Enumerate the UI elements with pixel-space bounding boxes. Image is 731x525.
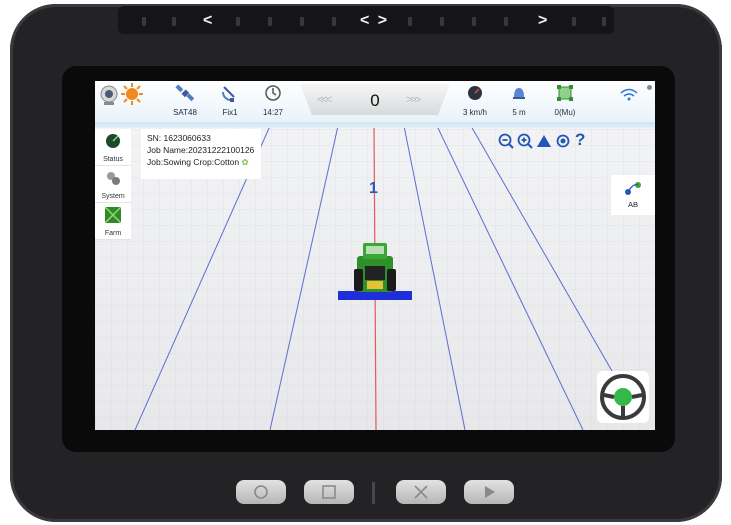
led-indicator: [332, 17, 336, 26]
led-indicator: [572, 17, 576, 26]
speedometer-icon: [468, 86, 482, 100]
play-button-icon: [485, 486, 495, 498]
auto-steer-button[interactable]: [597, 371, 649, 423]
bell-icon: [513, 88, 525, 99]
led-indicator: [602, 17, 606, 26]
led-indicator: [172, 17, 176, 26]
clock-icon: [265, 85, 281, 101]
steering-wheel-icon: [600, 374, 646, 420]
clock-time: 14:27: [262, 108, 284, 117]
led-indicator: [440, 17, 444, 26]
led-indicator: [142, 17, 146, 26]
cross-track-indicator: <<< 0 >>>: [300, 84, 450, 115]
led-indicator: [268, 17, 272, 26]
satellite-icon: [175, 84, 195, 102]
area-icon: [557, 85, 573, 101]
left-right-arrows-icon: < >: [360, 12, 390, 29]
right-chevrons: >>>: [406, 94, 421, 106]
zoom-in-icon[interactable]: [517, 133, 533, 149]
camera-icon[interactable]: [99, 84, 119, 106]
locate-icon[interactable]: [555, 133, 571, 149]
area-value: 0(Mu): [554, 108, 576, 117]
sun-settings-icon[interactable]: [121, 83, 143, 105]
guidance-screen: SAT48 Fix1 14:27 <<< 0 >>> 3 km/h 5 m 0(…: [95, 81, 655, 430]
led-indicator: [236, 17, 240, 26]
sidebar-item-status[interactable]: Status: [95, 129, 131, 166]
ab-label: AB: [627, 200, 638, 209]
horizon-band: [95, 122, 655, 128]
wifi-icon[interactable]: [619, 87, 639, 103]
device-top-led-bar: < < > >: [118, 6, 614, 34]
ab-line-button[interactable]: AB: [611, 175, 655, 215]
led-indicator: [504, 17, 508, 26]
serial-number: SN: 1623060633: [147, 133, 211, 143]
sidebar-item-label: Status: [103, 156, 123, 163]
sidebar-item-system[interactable]: System: [95, 166, 131, 203]
right-arrow-icon: >: [538, 12, 548, 29]
help-icon[interactable]: ?: [575, 131, 591, 149]
notification-dot: [647, 85, 652, 90]
cross-track-value: 0: [370, 91, 380, 110]
ab-route-icon: [625, 182, 641, 195]
circle-hardware-button[interactable]: [236, 480, 286, 504]
led-indicator: [300, 17, 304, 26]
square-hardware-button[interactable]: [304, 480, 354, 504]
guideline-number: 1: [369, 180, 378, 197]
square-button-icon: [322, 485, 336, 499]
radar-icon: [106, 134, 120, 148]
job-crop: Job:Sowing Crop:Cotton ✿: [147, 157, 249, 167]
left-arrow-icon: <: [203, 12, 213, 29]
x-button-icon: [414, 485, 428, 499]
job-info-panel: SN: 1623060633 Job Name:20231222100126 J…: [141, 129, 261, 179]
button-separator: [372, 482, 375, 504]
x-hardware-button[interactable]: [396, 480, 446, 504]
sidebar-item-label: System: [101, 193, 125, 200]
farm-field-icon: [104, 206, 122, 224]
north-arrow-icon[interactable]: [536, 133, 552, 149]
implement-bar: [338, 291, 412, 300]
leaf-icon: ✿: [241, 157, 249, 167]
play-hardware-button[interactable]: [464, 480, 514, 504]
circle-button-icon: [254, 485, 268, 499]
gears-icon: [107, 172, 120, 185]
led-indicator: [472, 17, 476, 26]
sidebar-item-farm[interactable]: Farm: [95, 203, 131, 240]
job-name: Job Name:20231222100126: [147, 145, 255, 155]
antenna-icon: [221, 86, 235, 102]
sidebar-item-label: Farm: [104, 230, 122, 237]
area-status[interactable]: 0(Mu): [535, 81, 595, 122]
zoom-out-icon[interactable]: [498, 133, 514, 149]
led-indicator: [408, 17, 412, 26]
clock-status: 14:27: [243, 81, 303, 122]
